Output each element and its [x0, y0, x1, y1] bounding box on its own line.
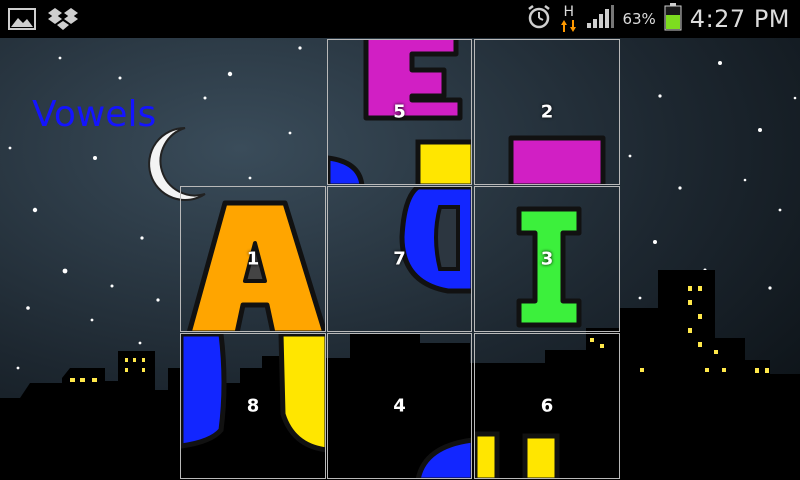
puzzle-tile-6[interactable]: 6 [474, 333, 620, 479]
puzzle-tile-3[interactable]: 3 [474, 186, 620, 332]
puzzle-tile-4[interactable]: 4 [327, 333, 472, 479]
puzzle-tile-8[interactable]: 8 [180, 333, 326, 479]
signal-icon [586, 5, 615, 33]
puzzle-tile-5[interactable]: 5 [327, 39, 472, 185]
battery-percent: 63% [622, 10, 656, 28]
battery-icon [664, 3, 682, 35]
alarm-icon [526, 4, 552, 34]
tile-number: 8 [246, 395, 260, 417]
tile-number: 4 [393, 395, 406, 417]
network-h-icon: H [560, 4, 578, 34]
tile-number: 2 [540, 101, 554, 123]
gallery-icon [8, 7, 36, 35]
tile-number: 5 [393, 101, 406, 123]
puzzle-tile-7[interactable]: 7 [327, 186, 472, 332]
tile-number: 3 [540, 248, 554, 270]
game-title: Vowels [32, 94, 157, 135]
puzzle-tile-1[interactable]: 1 [180, 186, 326, 332]
tile-number: 6 [540, 395, 554, 417]
tile-number: 7 [393, 248, 406, 270]
puzzle-tile-2[interactable]: 2 [474, 39, 620, 185]
game-board: Vowels 5 2 1 7 3 8 4 6 [0, 38, 800, 480]
clock: 4:27 PM [689, 5, 790, 33]
status-bar: H 63% 4:27 PM [0, 0, 800, 38]
tile-number: 1 [246, 248, 260, 270]
dropbox-icon [48, 6, 78, 36]
